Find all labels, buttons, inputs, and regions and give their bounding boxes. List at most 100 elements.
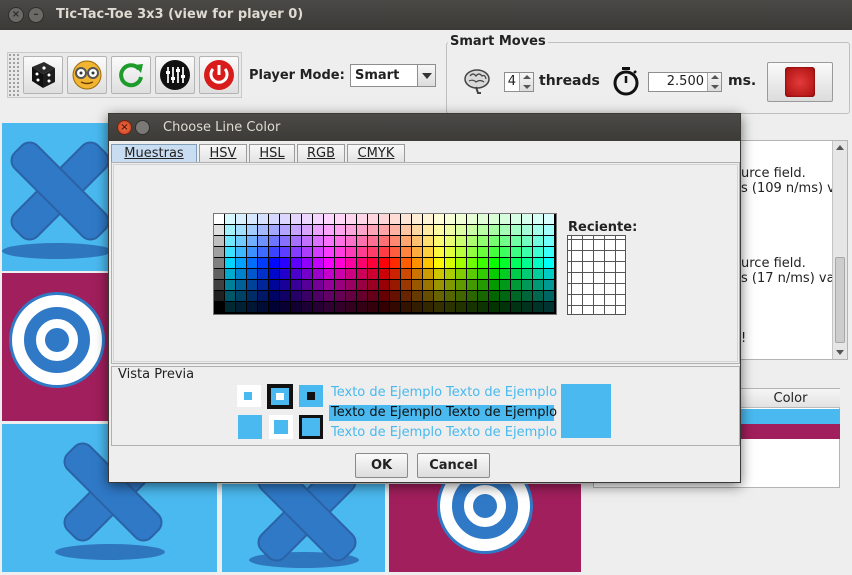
color-swatch[interactable]: [489, 214, 499, 224]
color-swatch[interactable]: [258, 291, 268, 301]
color-swatch[interactable]: [346, 258, 356, 268]
recent-swatch-grid[interactable]: [567, 235, 626, 315]
color-swatch[interactable]: [423, 225, 433, 235]
tab-cmyk[interactable]: CMYK: [347, 144, 405, 162]
color-swatch[interactable]: [302, 214, 312, 224]
color-swatch[interactable]: [324, 236, 334, 246]
color-swatch[interactable]: [291, 247, 301, 257]
color-swatch[interactable]: [379, 269, 389, 279]
color-swatch[interactable]: [236, 280, 246, 290]
cancel-button[interactable]: Cancel: [417, 453, 490, 478]
time-stepper-buttons[interactable]: [707, 73, 721, 91]
board-cell-3[interactable]: [2, 273, 112, 421]
color-swatch[interactable]: [269, 236, 279, 246]
color-swatch[interactable]: [258, 258, 268, 268]
color-swatch[interactable]: [269, 247, 279, 257]
color-swatch[interactable]: [423, 280, 433, 290]
color-swatch[interactable]: [302, 225, 312, 235]
color-swatch[interactable]: [214, 214, 224, 224]
color-swatch[interactable]: [313, 291, 323, 301]
color-swatch[interactable]: [214, 280, 224, 290]
color-swatch[interactable]: [390, 225, 400, 235]
color-swatch[interactable]: [489, 280, 499, 290]
color-swatch[interactable]: [456, 236, 466, 246]
color-swatch[interactable]: [423, 269, 433, 279]
color-swatch[interactable]: [247, 236, 257, 246]
color-swatch[interactable]: [247, 258, 257, 268]
color-swatch[interactable]: [522, 269, 532, 279]
color-swatch[interactable]: [445, 236, 455, 246]
board-cell-7[interactable]: [222, 484, 385, 572]
color-swatch[interactable]: [280, 302, 290, 312]
color-swatch[interactable]: [313, 247, 323, 257]
color-swatch-cell[interactable]: [740, 409, 840, 424]
color-swatch[interactable]: [258, 236, 268, 246]
color-swatch[interactable]: [445, 247, 455, 257]
color-swatch[interactable]: [511, 302, 521, 312]
color-swatch[interactable]: [456, 258, 466, 268]
settings-button[interactable]: [155, 56, 195, 94]
color-swatch[interactable]: [379, 214, 389, 224]
color-swatch[interactable]: [401, 247, 411, 257]
color-swatch[interactable]: [368, 236, 378, 246]
color-swatch[interactable]: [522, 225, 532, 235]
color-swatch[interactable]: [434, 280, 444, 290]
color-swatch[interactable]: [258, 214, 268, 224]
color-swatch[interactable]: [533, 291, 543, 301]
color-swatch[interactable]: [478, 214, 488, 224]
color-swatch[interactable]: [445, 291, 455, 301]
color-swatch[interactable]: [236, 214, 246, 224]
color-swatch[interactable]: [500, 214, 510, 224]
color-swatch[interactable]: [544, 280, 554, 290]
color-swatch[interactable]: [434, 225, 444, 235]
color-swatch[interactable]: [489, 225, 499, 235]
color-swatch[interactable]: [478, 258, 488, 268]
color-swatch[interactable]: [456, 214, 466, 224]
threads-spinner[interactable]: 4: [504, 72, 534, 92]
color-swatch[interactable]: [269, 258, 279, 268]
color-swatch[interactable]: [522, 247, 532, 257]
color-swatch[interactable]: [247, 280, 257, 290]
color-swatch[interactable]: [357, 291, 367, 301]
color-swatch[interactable]: [489, 302, 499, 312]
color-swatch[interactable]: [346, 236, 356, 246]
color-swatch[interactable]: [511, 280, 521, 290]
color-swatch[interactable]: [511, 225, 521, 235]
color-swatch[interactable]: [324, 280, 334, 290]
color-swatch[interactable]: [280, 247, 290, 257]
tab-hsv[interactable]: HSV: [199, 144, 247, 162]
color-swatch[interactable]: [445, 302, 455, 312]
color-swatch[interactable]: [302, 291, 312, 301]
color-swatch[interactable]: [434, 258, 444, 268]
color-swatch[interactable]: [280, 280, 290, 290]
board-cell-0[interactable]: [2, 123, 112, 271]
color-swatch[interactable]: [346, 225, 356, 235]
color-swatch[interactable]: [467, 280, 477, 290]
color-swatch[interactable]: [412, 291, 422, 301]
restart-button[interactable]: [111, 56, 151, 94]
color-swatch[interactable]: [544, 291, 554, 301]
color-swatch[interactable]: [511, 258, 521, 268]
color-swatch[interactable]: [368, 302, 378, 312]
color-swatch[interactable]: [258, 225, 268, 235]
color-swatch[interactable]: [313, 269, 323, 279]
color-swatch[interactable]: [544, 302, 554, 312]
color-swatch[interactable]: [522, 280, 532, 290]
color-swatch[interactable]: [291, 236, 301, 246]
color-swatch[interactable]: [390, 214, 400, 224]
tab-rgb[interactable]: RGB: [297, 144, 345, 162]
color-swatch[interactable]: [313, 214, 323, 224]
color-swatch[interactable]: [324, 302, 334, 312]
color-swatch[interactable]: [368, 247, 378, 257]
color-swatch[interactable]: [225, 302, 235, 312]
color-swatch[interactable]: [313, 280, 323, 290]
color-swatch[interactable]: [401, 258, 411, 268]
color-swatch[interactable]: [291, 214, 301, 224]
color-swatch[interactable]: [500, 291, 510, 301]
color-swatch[interactable]: [247, 214, 257, 224]
color-swatch[interactable]: [379, 280, 389, 290]
color-swatch[interactable]: [423, 291, 433, 301]
color-swatch[interactable]: [401, 214, 411, 224]
color-swatch[interactable]: [434, 236, 444, 246]
color-swatch[interactable]: [489, 269, 499, 279]
